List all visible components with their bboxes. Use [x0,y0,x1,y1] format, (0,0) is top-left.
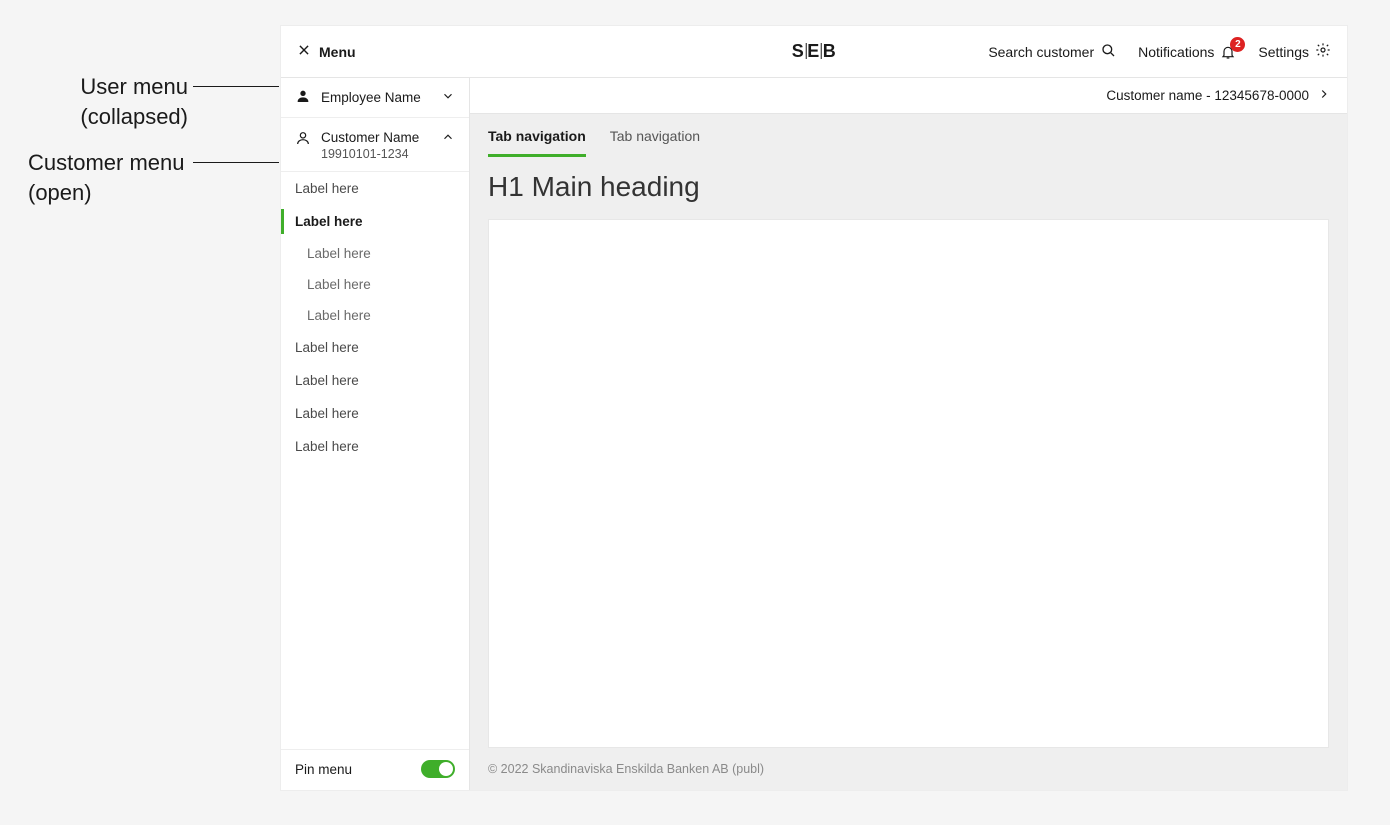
nav-item-label: Label here [295,340,359,355]
gear-icon [1315,42,1331,61]
customer-name: Customer Name [321,130,419,145]
brand-logo: SEB [792,41,837,62]
chevron-right-icon [1317,87,1331,104]
user-menu-section: Employee Name [281,78,469,118]
chevron-up-icon [441,130,455,147]
nav-item-label: Label here [295,214,363,229]
nav-item-label: Label here [295,439,359,454]
nav-item-label: Label here [295,181,359,196]
breadcrumb-text[interactable]: Customer name - 12345678-0000 [1106,88,1309,103]
nav-subitem[interactable]: Label here [281,269,469,300]
content-card [488,219,1329,748]
tab-bar: Tab navigation Tab navigation [470,114,1347,157]
nav-subitem-label: Label here [307,277,371,292]
annotation-user-menu: User menu (collapsed) [28,72,188,131]
nav-subitem-label: Label here [307,246,371,261]
tab-label: Tab navigation [610,128,700,144]
annotation-customer-menu: Customer menu (open) [28,148,228,207]
nav-item-label: Label here [295,406,359,421]
search-label: Search customer [988,44,1094,60]
nav-item[interactable]: Label here [281,331,469,364]
customer-text: Customer Name 19910101-1234 [321,130,419,161]
app-body: Employee Name Customer Name 199101 [281,78,1347,790]
nav-item[interactable]: Label here [281,364,469,397]
nav-subitem[interactable]: Label here [281,238,469,269]
menu-toggle-button[interactable]: Menu [297,43,356,60]
search-icon [1100,42,1116,61]
nav-item-active[interactable]: Label here [281,205,469,238]
notifications-badge: 2 [1230,37,1245,52]
pin-menu-toggle[interactable] [421,760,455,778]
nav-subitem-label: Label here [307,308,371,323]
footer-text: © 2022 Skandinaviska Enskilda Banken AB … [470,762,1347,790]
person-filled-icon [295,88,311,107]
employee-row[interactable]: Employee Name [281,78,469,117]
tab-label: Tab navigation [488,128,586,144]
menu-label: Menu [319,44,356,60]
page-heading: H1 Main heading [470,157,1347,213]
search-customer-button[interactable]: Search customer [988,42,1116,61]
close-icon [297,43,311,60]
main-content: Customer name - 12345678-0000 Tab naviga… [470,78,1347,790]
nav-item[interactable]: Label here [281,172,469,205]
app-shell: Menu SEB Search customer Notifications [281,26,1347,790]
settings-label: Settings [1258,44,1309,60]
chevron-down-icon [441,89,455,106]
annotation-line [193,162,279,163]
employee-name: Employee Name [321,90,421,105]
notifications-button[interactable]: Notifications 2 [1138,44,1236,60]
bell-icon: 2 [1220,44,1236,60]
settings-button[interactable]: Settings [1258,42,1331,61]
nav-subitem[interactable]: Label here [281,300,469,331]
topbar-right: Search customer Notifications 2 Settings [988,42,1331,61]
customer-row[interactable]: Customer Name 19910101-1234 [281,118,469,171]
topbar: Menu SEB Search customer Notifications [281,26,1347,78]
nav-item-label: Label here [295,373,359,388]
tab[interactable]: Tab navigation [610,128,700,157]
nav-item[interactable]: Label here [281,397,469,430]
sidebar-spacer [281,463,469,749]
tab-active[interactable]: Tab navigation [488,128,586,157]
annotation-line [193,86,279,87]
customer-id: 19910101-1234 [321,147,419,161]
notifications-label: Notifications [1138,44,1214,60]
customer-menu-section: Customer Name 19910101-1234 [281,118,469,172]
nav-item[interactable]: Label here [281,430,469,463]
pin-menu-label: Pin menu [295,762,352,777]
pin-menu-row: Pin menu [281,749,469,790]
sidebar: Employee Name Customer Name 199101 [281,78,470,790]
person-outline-icon [295,130,311,149]
breadcrumb-bar: Customer name - 12345678-0000 [470,78,1347,114]
